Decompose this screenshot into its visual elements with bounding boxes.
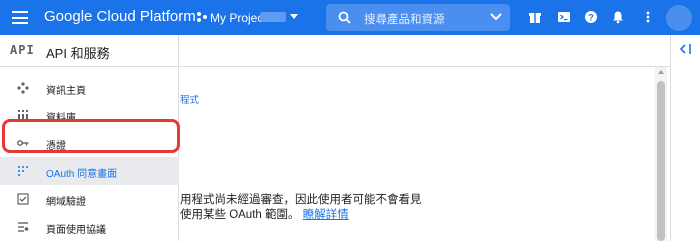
collapse-panel-icon[interactable] xyxy=(679,43,693,55)
highlight-annotation xyxy=(2,119,180,153)
top-app-bar: Google Cloud Platform My Project 搜尋產品和資源… xyxy=(0,0,700,35)
consent-text-line1: 用程式尚未經過審查，因此使用者可能不會看見 xyxy=(180,194,422,206)
sidebar-item-oauth-consent[interactable]: OAuth 同意畫面 xyxy=(0,157,179,185)
consent-text-line2: 使用某些 OAuth 範圍。 瞭解詳情 xyxy=(180,206,349,222)
sidebar-item-domain-verification[interactable]: 網域驗證 xyxy=(0,185,179,213)
sidebar-item-page-usage-agreements[interactable]: 頁面使用協議 xyxy=(0,213,179,241)
consent-text-line2-prefix: 使用某些 OAuth 範圍。 xyxy=(180,209,300,221)
dashboard-icon xyxy=(17,82,29,94)
notifications-icon[interactable] xyxy=(611,10,625,24)
sidebar-item-label: OAuth 同意畫面 xyxy=(46,169,118,180)
search-bar[interactable]: 搜尋產品和資源 xyxy=(326,4,510,31)
project-selector[interactable]: My Project xyxy=(210,11,267,25)
content-link-fragment[interactable]: 程式 xyxy=(180,92,199,106)
sidebar-item-label: 頁面使用協議 xyxy=(46,225,106,236)
menu-icon[interactable] xyxy=(12,11,28,24)
more-vert-icon[interactable] xyxy=(641,10,655,24)
sidebar-item-label: 資訊主頁 xyxy=(46,86,86,97)
search-input[interactable]: 搜尋產品和資源 xyxy=(364,11,445,27)
search-icon xyxy=(338,11,351,24)
api-logo: API xyxy=(10,43,35,57)
brand-title[interactable]: Google Cloud Platform xyxy=(44,8,196,25)
sidebar-title: API 和服務 xyxy=(46,46,110,61)
sidebar-header: API API 和服務 xyxy=(0,35,179,67)
settings-list-icon xyxy=(18,222,29,232)
checkbox-icon xyxy=(17,193,29,205)
sidebar-item-dashboard[interactable]: 資訊主頁 xyxy=(0,74,179,102)
right-info-panel xyxy=(670,35,700,241)
scroll-thumb[interactable] xyxy=(657,81,665,241)
scrollbar[interactable] xyxy=(655,67,667,241)
svg-text:?: ? xyxy=(588,13,594,23)
oauth-consent-icon xyxy=(18,166,28,176)
cloud-shell-icon[interactable] xyxy=(557,10,571,24)
scroll-up-arrow-icon[interactable] xyxy=(658,70,664,74)
chevron-down-icon[interactable] xyxy=(290,14,298,19)
project-icon[interactable] xyxy=(196,11,208,23)
gift-icon[interactable] xyxy=(528,10,542,24)
page-header-strip xyxy=(180,35,670,67)
learn-more-link[interactable]: 瞭解詳情 xyxy=(303,209,349,221)
project-id-redacted xyxy=(260,12,286,22)
help-icon[interactable]: ? xyxy=(584,10,598,24)
sidebar-item-label: 網域驗證 xyxy=(46,197,86,208)
chevron-down-icon[interactable] xyxy=(490,12,502,22)
avatar[interactable] xyxy=(666,5,692,31)
